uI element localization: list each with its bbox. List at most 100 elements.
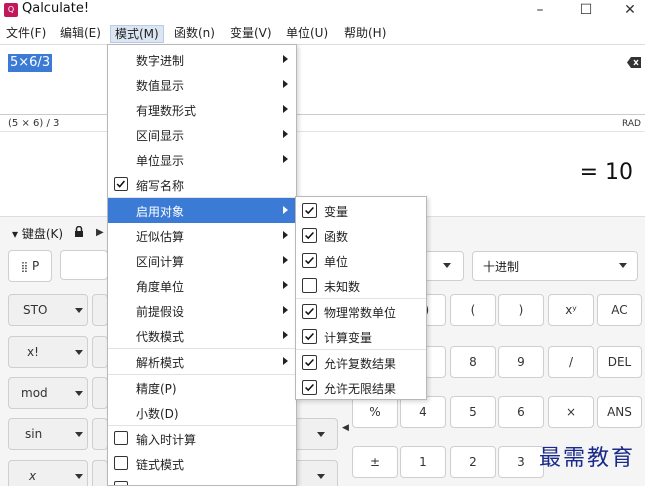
collapse-arrow-icon[interactable]: ◀ <box>342 423 349 433</box>
menu-edit[interactable]: 编辑(E) <box>56 25 105 43</box>
number-base-combo[interactable]: 十进制 <box>472 251 638 281</box>
menu-file[interactable]: 文件(F) <box>2 25 50 43</box>
menu-functions[interactable]: 函数(n) <box>170 25 219 43</box>
menu-item-precision[interactable]: 精度(P) <box>108 375 296 400</box>
menu-item-interval-display[interactable]: 区间显示 <box>108 122 296 147</box>
hidden-button-r4[interactable] <box>92 418 108 450</box>
menu-variables[interactable]: 变量(V) <box>226 25 276 43</box>
menu-item-calculate-as-you-type[interactable]: 输入时计算 <box>108 426 296 451</box>
submenu-arrow-icon <box>283 206 288 214</box>
grid-icon: ⣿ <box>20 262 29 273</box>
factorial-button[interactable]: x! <box>8 336 88 368</box>
menu-item-interval-calculation[interactable]: 区间计算 <box>108 248 296 273</box>
clear-expression-icon[interactable] <box>627 57 641 68</box>
maximize-button[interactable]: ☐ <box>564 0 608 22</box>
menu-item-clipped[interactable] <box>108 476 296 485</box>
submenu-item-physical-constant-units[interactable]: 物理常数单位 <box>296 299 426 324</box>
menu-item-enable-objects[interactable]: 启用对象 <box>108 198 296 223</box>
open-paren-button[interactable]: ( <box>450 294 496 326</box>
sto-button[interactable]: STO <box>8 294 88 326</box>
app-icon: Q <box>4 3 18 17</box>
submenu-item-calculate-variables[interactable]: 计算变量 <box>296 324 426 349</box>
submenu-arrow-icon <box>283 357 288 365</box>
nine-button[interactable]: 9 <box>498 346 544 378</box>
menu-item-unit-display[interactable]: 单位显示 <box>108 147 296 172</box>
chevron-down-icon <box>75 391 83 396</box>
menu-item-abbreviate-names[interactable]: 缩写名称 <box>108 172 296 197</box>
submenu-item-allow-complex[interactable]: 允许复数结果 <box>296 350 426 375</box>
expression-input[interactable]: 5×6/3 <box>8 54 53 72</box>
five-button[interactable]: 5 <box>450 396 496 428</box>
x-variable-button[interactable]: x <box>8 460 88 486</box>
submenu-arrow-icon <box>283 256 288 264</box>
delete-button[interactable]: DEL <box>597 346 642 378</box>
mode-menu: 数字进制 数值显示 有理数形式 区间显示 单位显示 缩写名称 启用对象 近似估算… <box>107 44 297 486</box>
mid-dropdown-button-2[interactable] <box>290 460 338 486</box>
checkbox-unchecked-icon <box>114 481 128 485</box>
mod-button[interactable]: mod <box>8 377 88 409</box>
chevron-down-icon <box>443 263 451 268</box>
close-button[interactable]: ✕ <box>608 0 645 22</box>
expression-entry[interactable]: 5×6/3 <box>0 44 645 114</box>
eight-button[interactable]: 8 <box>450 346 496 378</box>
keyboard-toggle[interactable]: ▾ 键盘(K) <box>12 225 63 242</box>
menu-units[interactable]: 单位(U) <box>282 25 332 43</box>
multiply-button[interactable]: × <box>548 396 594 428</box>
submenu-item-functions[interactable]: 函数 <box>296 223 426 248</box>
four-button[interactable]: 4 <box>400 396 446 428</box>
checkbox-unchecked-icon <box>114 431 128 445</box>
menu-item-algebra-mode[interactable]: 代数模式 <box>108 323 296 348</box>
mode-combo-left[interactable] <box>60 250 108 280</box>
menu-item-assumptions[interactable]: 前提假设 <box>108 298 296 323</box>
enable-objects-submenu: 变量 函数 单位 未知数 物理常数单位 计算变量 允许复数结果 允许无限结果 <box>295 196 427 400</box>
hidden-button-r1[interactable] <box>92 294 108 326</box>
angle-unit-indicator[interactable]: RAD <box>622 119 641 129</box>
checkbox-checked-icon <box>302 304 317 319</box>
plus-minus-button[interactable]: ± <box>352 446 398 478</box>
minimize-button[interactable]: – <box>518 0 562 22</box>
menu-item-rational-form[interactable]: 有理数形式 <box>108 97 296 122</box>
watermark: 最需教育 <box>538 446 635 471</box>
programming-keypad-button[interactable]: ⣿ P <box>8 250 52 282</box>
percent-button[interactable]: % <box>352 396 398 428</box>
checkbox-checked-icon <box>302 228 317 243</box>
hidden-button-r2[interactable] <box>92 336 108 368</box>
chevron-down-icon <box>317 432 325 437</box>
chevron-down-icon <box>75 308 83 313</box>
two-button[interactable]: 2 <box>450 446 496 478</box>
submenu-item-variables[interactable]: 变量 <box>296 198 426 223</box>
one-button[interactable]: 1 <box>400 446 446 478</box>
chevron-down-icon <box>317 474 325 479</box>
checkbox-checked-icon <box>114 177 128 191</box>
submenu-item-units[interactable]: 单位 <box>296 248 426 273</box>
expand-arrow-icon[interactable]: ▶ <box>96 227 104 238</box>
lock-icon[interactable] <box>74 226 84 237</box>
power-button[interactable]: xʸ <box>548 294 594 326</box>
close-paren-button[interactable]: ) <box>498 294 544 326</box>
menu-item-angle-unit[interactable]: 角度单位 <box>108 273 296 298</box>
submenu-item-allow-infinite[interactable]: 允许无限结果 <box>296 375 426 400</box>
hidden-button-r5[interactable] <box>92 460 108 486</box>
menu-item-number-base[interactable]: 数字进制 <box>108 47 296 72</box>
submenu-arrow-icon <box>283 55 288 63</box>
submenu-arrow-icon <box>283 306 288 314</box>
chevron-down-icon <box>619 263 627 268</box>
six-button[interactable]: 6 <box>498 396 544 428</box>
mid-dropdown-button-1[interactable] <box>290 418 338 450</box>
answer-button[interactable]: ANS <box>597 396 642 428</box>
divide-button[interactable]: / <box>548 346 594 378</box>
menu-item-decimals[interactable]: 小数(D) <box>108 400 296 425</box>
menu-item-approximation[interactable]: 近似估算 <box>108 223 296 248</box>
three-button[interactable]: 3 <box>498 446 544 478</box>
menu-item-chain-mode[interactable]: 链式模式 <box>108 451 296 476</box>
hidden-button-r3[interactable] <box>92 377 108 409</box>
menu-item-parsing-mode[interactable]: 解析模式 <box>108 349 296 374</box>
menu-help[interactable]: 帮助(H) <box>340 25 390 43</box>
menu-mode[interactable]: 模式(M) <box>110 25 164 43</box>
menu-item-numerical-display[interactable]: 数值显示 <box>108 72 296 97</box>
submenu-item-unknowns[interactable]: 未知数 <box>296 273 426 298</box>
checkbox-checked-icon <box>302 203 317 218</box>
sin-button[interactable]: sin <box>8 418 88 450</box>
submenu-arrow-icon <box>283 231 288 239</box>
all-clear-button[interactable]: AC <box>597 294 642 326</box>
